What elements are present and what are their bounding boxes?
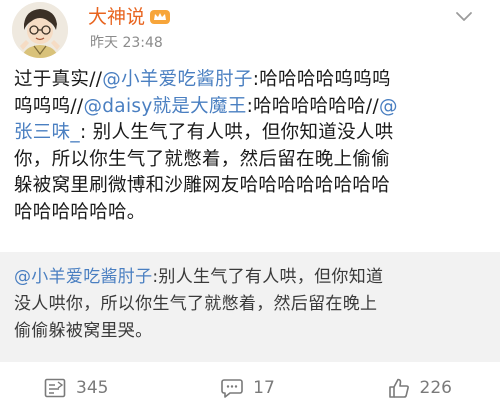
avatar[interactable] — [12, 2, 68, 58]
like-count: 226 — [419, 377, 452, 398]
text-segment: :别人生气了有人哄，但你知道 — [152, 267, 384, 287]
text-segment: 你，所以你生气了就憋着，然后留在晚上偷偷 — [14, 148, 391, 170]
comment-button[interactable]: 17 — [180, 378, 316, 398]
text-segment: 呜呜呜// — [14, 95, 84, 117]
mention-link[interactable]: 张三味_ — [14, 122, 80, 143]
quoted-post[interactable]: @小羊爱吃酱肘子:别人生气了有人哄，但你知道没人哄你，所以你生气了就憋着，然后留… — [0, 252, 500, 362]
text-segment: 躲被窝里刷微博和沙雕网友哈哈哈哈哈哈哈哈 — [14, 175, 391, 197]
like-button[interactable]: 226 — [316, 377, 500, 399]
text-segment: : 别人生气了有人哄，但你知道没人哄 — [79, 122, 394, 144]
repost-icon — [44, 378, 66, 397]
comment-count: 17 — [253, 377, 275, 398]
comment-icon — [221, 378, 243, 398]
vip-crown-icon — [150, 10, 171, 24]
post-body: 过于真实//@小羊爱吃酱肘子:哈哈哈哈呜呜呜 呜呜呜//@daisy就是大魔王:哈… — [14, 67, 484, 227]
repost-line: 没人哄你，所以你生气了就憋着，然后留在晚上 — [14, 291, 484, 318]
chevron-down-icon[interactable] — [454, 8, 474, 24]
post-time: 昨天 23:48 — [90, 35, 163, 51]
repost-line: @小羊爱吃酱肘子:别人生气了有人哄，但你知道 — [14, 264, 484, 291]
post-line: 躲被窝里刷微博和沙雕网友哈哈哈哈哈哈哈哈 — [14, 173, 484, 200]
mention-link[interactable]: @ — [379, 96, 398, 117]
text-segment: 偷偷躲被窝里哭。 — [14, 321, 153, 341]
repost-button[interactable]: 345 — [0, 378, 180, 398]
post-line: 张三味_: 别人生气了有人哄，但你知道没人哄 — [14, 120, 484, 147]
post-line: 你，所以你生气了就憋着，然后留在晚上偷偷 — [14, 147, 484, 174]
repost-count: 345 — [76, 377, 109, 398]
weibo-post: 大神说 昨天 23:48 过于真实//@小羊爱吃酱肘子:哈哈哈哈呜呜呜 呜呜呜//… — [0, 0, 500, 413]
author-name[interactable]: 大神说 — [88, 6, 145, 28]
post-line: 哈哈哈哈哈哈。 — [14, 200, 484, 227]
text-segment: :哈哈哈哈哈哈// — [246, 95, 379, 117]
mention-link[interactable]: @小羊爱吃酱肘子 — [14, 267, 152, 287]
author-name-row[interactable]: 大神说 — [88, 6, 171, 28]
text-segment: 没人哄你，所以你生气了就憋着，然后留在晚上 — [14, 294, 378, 314]
mention-link[interactable]: @小羊爱吃酱肘子 — [102, 69, 252, 90]
mention-link[interactable]: @daisy就是大魔王 — [83, 96, 246, 117]
text-segment: 哈哈哈哈哈哈。 — [14, 201, 146, 223]
repost-line: 偷偷躲被窝里哭。 — [14, 318, 484, 345]
quoted-post-body: @小羊爱吃酱肘子:别人生气了有人哄，但你知道没人哄你，所以你生气了就憋着，然后留… — [14, 264, 484, 345]
text-segment: 过于真实// — [14, 69, 103, 90]
text-segment: :哈哈哈哈呜呜呜 — [252, 69, 391, 90]
post-line: 呜呜呜//@daisy就是大魔王:哈哈哈哈哈哈//@ — [14, 94, 484, 121]
thumbs-up-icon — [388, 378, 409, 398]
action-bar: 345 17 226 — [0, 362, 500, 413]
avatar-illustration — [12, 2, 68, 58]
post-line: 过于真实//@小羊爱吃酱肘子:哈哈哈哈呜呜呜 — [14, 67, 484, 94]
